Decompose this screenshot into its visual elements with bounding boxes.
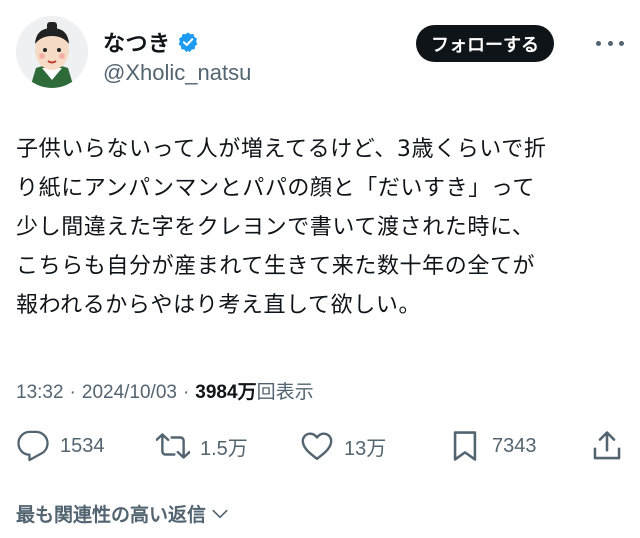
tweet-date[interactable]: 2024/10/03 (82, 382, 177, 404)
bookmark-count: 7343 (492, 434, 537, 457)
chevron-down-icon (212, 509, 228, 518)
like-count: 13万 (344, 437, 387, 460)
avatar[interactable] (16, 16, 88, 88)
bookmark-button[interactable]: 7343 (448, 426, 537, 466)
follow-button[interactable]: フォローする (416, 25, 554, 62)
author-handle[interactable]: @Xholic_natsu (103, 60, 251, 86)
author-name-row[interactable]: なつき (103, 26, 199, 58)
view-count-label: 回表示 (256, 382, 314, 403)
share-button[interactable] (590, 426, 624, 466)
dot (596, 40, 601, 46)
bookmark-icon (453, 431, 477, 461)
avatar-illustration (16, 16, 88, 88)
meta-separator: · (182, 382, 190, 403)
tweet-time[interactable]: 13:32 (16, 382, 64, 404)
repost-icon (156, 433, 190, 459)
reply-sort-label: 最も関連性の高い返信 (16, 504, 207, 526)
action-bar: 1534 1.5万 13万 7343 (16, 426, 624, 466)
like-icon (301, 432, 333, 460)
dot (607, 40, 613, 46)
tweet-text: 子供いらないって人が増えてるけど、3歳くらいで折 り紙にアンパンマンとパパの顔と… (16, 137, 547, 318)
repost-button[interactable]: 1.5万 (156, 426, 248, 466)
view-count: 3984万 (195, 382, 257, 403)
tweet-meta: 13:32 · 2024/10/03 · 3984万 回表示 (16, 377, 314, 404)
reply-sort-dropdown[interactable]: 最も関連性の高い返信 (16, 500, 230, 527)
dot (619, 40, 624, 46)
repost-count: 1.5万 (200, 437, 248, 460)
meta-separator: · (69, 382, 76, 403)
reply-icon (17, 430, 49, 462)
reply-button[interactable]: 1534 (16, 426, 105, 466)
share-icon (593, 431, 621, 460)
verified-badge-icon (178, 32, 197, 53)
like-button[interactable]: 13万 (300, 426, 386, 466)
more-icon[interactable] (596, 35, 624, 51)
author-display-name[interactable]: なつき (103, 26, 171, 58)
reply-count: 1534 (60, 434, 105, 457)
